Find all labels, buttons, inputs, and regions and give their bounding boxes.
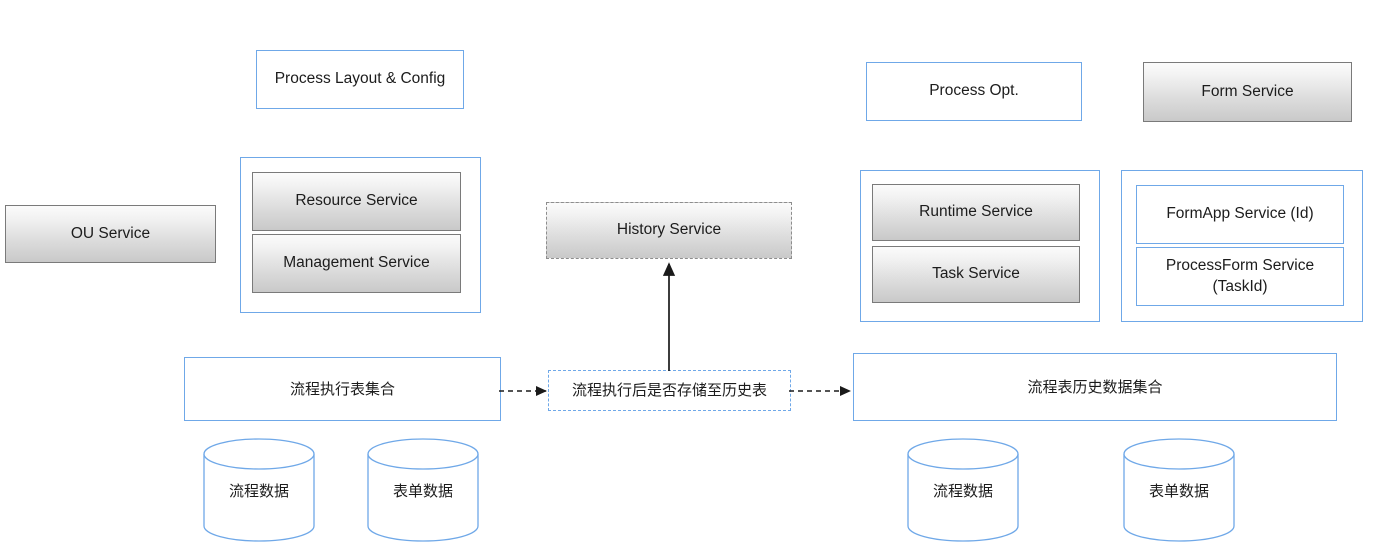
connector-decision-to-history-collection [789,385,851,397]
node-label: 流程执行表集合 [289,379,395,398]
diagram-canvas: Process Layout & Config Process Opt. For… [0,0,1382,556]
node-label: Task Service [932,265,1020,283]
node-process-opt[interactable]: Process Opt. [866,62,1082,121]
node-formapp-service[interactable]: FormApp Service (Id) [1136,185,1344,244]
node-label: 流程执行后是否存储至历史表 [571,381,767,400]
cylinder-icon [203,438,315,542]
node-processform-service[interactable]: ProcessForm Service (TaskId) [1136,247,1344,306]
node-management-service[interactable]: Management Service [252,234,461,293]
node-label: Resource Service [295,192,418,210]
node-label: Process Opt. [929,82,1019,100]
group-runtime-task: Runtime Service Task Service [860,170,1100,322]
node-label: FormApp Service (Id) [1166,205,1314,223]
node-exec-table-collection[interactable]: 流程执行表集合 [184,357,501,421]
cylinder-icon [1123,438,1235,542]
connector-exec-to-decision [499,385,547,397]
node-history-service[interactable]: History Service [546,202,792,259]
node-label: Management Service [283,254,430,272]
node-label: Form Service [1201,82,1294,100]
cylinder-icon [907,438,1019,542]
node-history-table-collection[interactable]: 流程表历史数据集合 [853,353,1337,421]
node-task-service[interactable]: Task Service [872,246,1080,303]
node-ou-service[interactable]: OU Service [5,205,216,263]
group-resource-management: Resource Service Management Service [240,157,481,313]
node-history-decision[interactable]: 流程执行后是否存储至历史表 [548,370,791,411]
node-form-service[interactable]: Form Service [1143,62,1352,122]
node-label-line1: ProcessForm Service [1165,257,1315,275]
datastore-left-form-data[interactable]: 表单数据 [366,438,480,542]
node-runtime-service[interactable]: Runtime Service [872,184,1080,241]
datastore-left-process-data[interactable]: 流程数据 [202,438,316,542]
node-label: History Service [616,221,722,239]
node-label: OU Service [70,224,151,242]
node-process-layout-config[interactable]: Process Layout & Config [256,50,464,109]
node-resource-service[interactable]: Resource Service [252,172,461,231]
datastore-right-process-data[interactable]: 流程数据 [906,438,1020,542]
cylinder-icon [367,438,479,542]
connector-decision-to-history-service [662,262,676,371]
group-form-services: FormApp Service (Id) ProcessForm Service… [1121,170,1363,322]
node-label: 流程表历史数据集合 [1027,377,1163,396]
node-label-line2: (TaskId) [1212,277,1268,295]
node-label: Runtime Service [919,203,1033,221]
datastore-right-form-data[interactable]: 表单数据 [1122,438,1236,542]
node-label: Process Layout & Config [274,70,446,88]
